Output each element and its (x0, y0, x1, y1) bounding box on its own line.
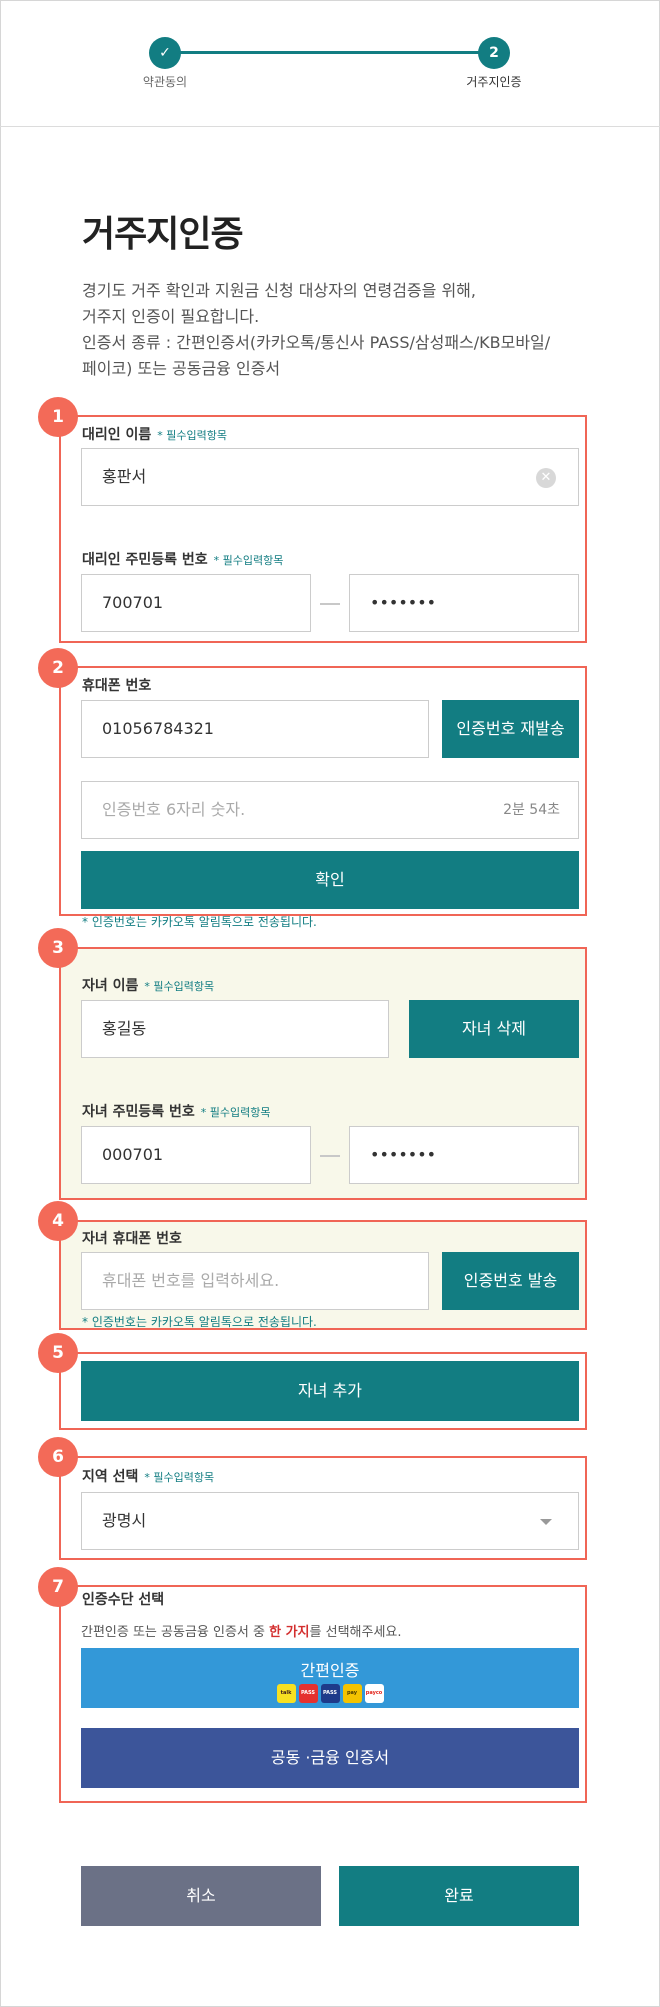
phone-input[interactable]: 01056784321 (81, 700, 429, 758)
phone-label: 휴대폰 번호 (82, 678, 152, 694)
child-phone-label: 자녀 휴대폰 번호 (82, 1231, 182, 1247)
pass-logo: PASS (298, 1684, 318, 1703)
countdown-timer: 2분 54초 (503, 802, 560, 818)
certificate-auth-button[interactable]: 공동 ·금융 인증서 (81, 1728, 579, 1788)
region-label-text: 지역 선택 (82, 1469, 139, 1485)
simple-auth-button[interactable]: 간편인증 talk PASS PASS pay payco (81, 1648, 579, 1708)
child-rrn-label-text: 자녀 주민등록 번호 (82, 1104, 195, 1120)
required-mark: * 필수입력항목 (157, 429, 227, 442)
desc-line: 페이코) 또는 공동금융 인증서 (82, 359, 281, 378)
simple-auth-label: 간편인증 (300, 1661, 360, 1680)
done-button[interactable]: 완료 (339, 1866, 579, 1926)
send-code-button[interactable]: 인증번호 발송 (442, 1252, 579, 1310)
step-badge-2: 2 (38, 648, 78, 688)
child-rrn-front-input[interactable]: 000701 (81, 1126, 311, 1184)
desc-line: 인증서 종류 : 간편인증서(카카오톡/통신사 PASS/삼성패스/KB모바일/ (82, 333, 551, 352)
proxy-name-label-text: 대리인 이름 (82, 427, 152, 443)
child-name-label: 자녀 이름 * 필수입력항목 (82, 975, 214, 995)
proxy-name-label: 대리인 이름 * 필수입력항목 (82, 424, 227, 444)
step-badge-5: 5 (38, 1333, 78, 1373)
proxy-name-input[interactable]: 홍판서 ✕ (81, 448, 579, 506)
child-phone-note: * 인증번호는 카카오톡 알림톡으로 전송됩니다. (82, 1315, 317, 1329)
proxy-rrn-label: 대리인 주민등록 번호 * 필수입력항목 (82, 549, 283, 569)
child-name-input[interactable]: 홍길동 (81, 1000, 389, 1058)
region-select[interactable]: 광명시 (81, 1492, 579, 1550)
proxy-rrn-back-input[interactable]: ••••••• (349, 574, 579, 632)
proxy-name-value: 홍판서 (102, 467, 147, 486)
confirm-button[interactable]: 확인 (81, 851, 579, 909)
auth-code-input[interactable]: 인증번호 6자리 숫자. 2분 54초 (81, 781, 579, 839)
step-2-number: 2 (478, 37, 510, 69)
chevron-down-icon (540, 1519, 552, 1525)
proxy-rrn-front-input[interactable]: 700701 (81, 574, 311, 632)
auth-hint-text-end: 를 선택해주세요. (309, 1625, 402, 1640)
step-1-label: 약관동의 (142, 75, 188, 89)
auth-code-placeholder: 인증번호 6자리 숫자. (102, 800, 246, 819)
desc-line: 거주지 인증이 필요합니다. (82, 307, 260, 326)
rrn-separator (320, 603, 340, 605)
child-rrn-back-input[interactable]: ••••••• (349, 1126, 579, 1184)
region-label: 지역 선택 * 필수입력항목 (82, 1466, 214, 1486)
step-badge-1: 1 (38, 397, 78, 437)
proxy-rrn-label-text: 대리인 주민등록 번호 (82, 552, 208, 568)
step-2-label: 거주지인증 (466, 75, 522, 89)
required-mark: * 필수입력항목 (144, 1471, 215, 1484)
auth-hint-highlight: 한 가지 (269, 1625, 310, 1640)
delete-child-button[interactable]: 자녀 삭제 (409, 1000, 579, 1058)
add-child-button[interactable]: 자녀 추가 (81, 1361, 579, 1421)
page-description: 경기도 거주 확인과 지원금 신청 대상자의 연령검증을 위해, 거주지 인증이… (82, 278, 592, 382)
step-badge-3: 3 (38, 928, 78, 968)
rrn-separator (320, 1155, 340, 1157)
region-value: 광명시 (102, 1511, 147, 1530)
step-badge-7: 7 (38, 1567, 78, 1607)
auth-hint: 간편인증 또는 공동금융 인증서 중 한 가지를 선택해주세요. (81, 1621, 402, 1640)
step-progress-line (165, 51, 495, 54)
required-mark: * 필수입력항목 (144, 980, 215, 993)
required-mark: * 필수입력항목 (200, 1106, 271, 1119)
page-title: 거주지인증 (82, 214, 244, 255)
payco-logo: payco (364, 1684, 384, 1703)
kb-logo: pay (342, 1684, 362, 1703)
simple-auth-logos: talk PASS PASS pay payco (81, 1684, 579, 1703)
auth-method-label: 인증수단 선택 (82, 1592, 165, 1608)
clear-icon[interactable]: ✕ (536, 468, 556, 488)
resend-code-button[interactable]: 인증번호 재발송 (442, 700, 579, 758)
child-name-label-text: 자녀 이름 (82, 978, 139, 994)
desc-line: 경기도 거주 확인과 지원금 신청 대상자의 연령검증을 위해, (82, 281, 476, 300)
child-phone-input[interactable]: 휴대폰 번호를 입력하세요. (81, 1252, 429, 1310)
step-badge-4: 4 (38, 1201, 78, 1241)
auth-hint-text: 간편인증 또는 공동금융 인증서 중 (81, 1625, 270, 1640)
cancel-button[interactable]: 취소 (81, 1866, 321, 1926)
step-indicator: ✓ 2 약관동의 거주지인증 (0, 0, 660, 127)
required-mark: * 필수입력항목 (213, 554, 284, 567)
samsung-pass-logo: PASS (320, 1684, 340, 1703)
kakaotalk-logo: talk (276, 1684, 296, 1703)
step-badge-6: 6 (38, 1437, 78, 1477)
child-rrn-label: 자녀 주민등록 번호 * 필수입력항목 (82, 1101, 271, 1121)
phone-note: * 인증번호는 카카오톡 알림톡으로 전송됩니다. (82, 915, 317, 929)
check-icon: ✓ (149, 37, 181, 69)
